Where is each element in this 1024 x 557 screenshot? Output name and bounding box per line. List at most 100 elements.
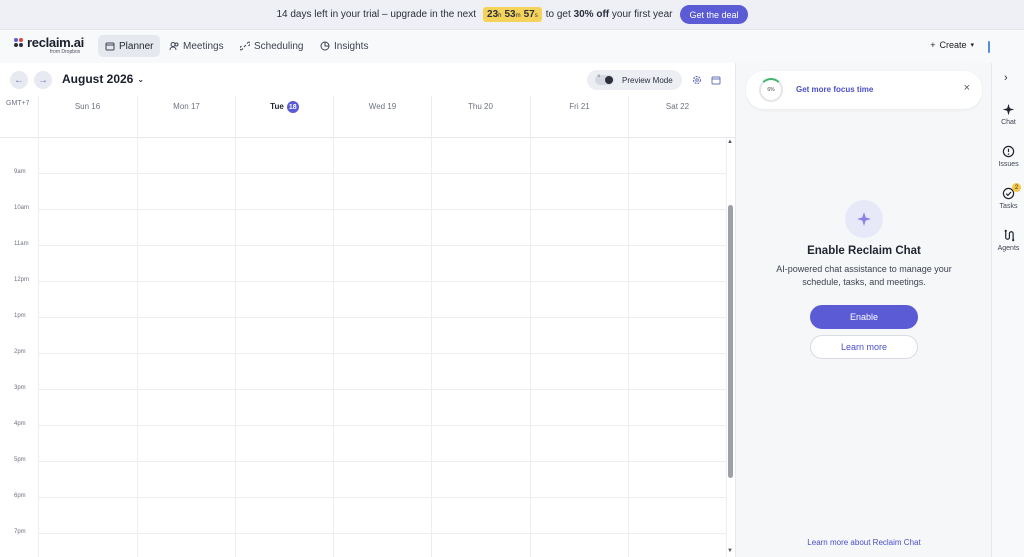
focus-progress-ring: 6% bbox=[759, 78, 783, 102]
chevron-right-icon[interactable]: › bbox=[1004, 72, 1008, 84]
right-rail: › Chat Issues 2 Tasks Agents bbox=[991, 63, 1024, 557]
trial-text-mid: to get bbox=[545, 9, 571, 20]
hour-label: 4pm bbox=[14, 421, 26, 427]
chat-title: Enable Reclaim Chat bbox=[807, 245, 921, 257]
day-column-divider bbox=[333, 138, 334, 557]
hour-line bbox=[38, 317, 726, 318]
hour-line bbox=[38, 281, 726, 282]
calendar-view-icon[interactable] bbox=[711, 75, 721, 85]
scroll-down-icon[interactable]: ▼ bbox=[727, 548, 733, 554]
people-icon bbox=[169, 42, 179, 51]
tab-meetings-label: Meetings bbox=[183, 40, 224, 52]
hour-line bbox=[38, 353, 726, 354]
calendar-header: ← → August 2026 ⌄ Preview Mode bbox=[0, 63, 735, 96]
hour-line bbox=[38, 461, 726, 462]
day-column-divider bbox=[431, 138, 432, 557]
day-header-sat[interactable]: Sat 22 bbox=[628, 96, 726, 138]
scroll-up-icon[interactable]: ▲ bbox=[727, 139, 733, 145]
hour-label: 11am bbox=[14, 241, 29, 247]
top-nav: reclaim.ai from Dropbox Planner Meetings… bbox=[0, 30, 1024, 63]
rail-item-tasks[interactable]: 2 Tasks bbox=[992, 183, 1024, 210]
tab-planner[interactable]: Planner bbox=[98, 35, 161, 57]
enable-button[interactable]: Enable bbox=[810, 305, 918, 329]
get-the-deal-button[interactable]: Get the deal bbox=[680, 5, 748, 24]
hour-line bbox=[38, 245, 726, 246]
rail-item-chat[interactable]: Chat bbox=[992, 103, 1024, 126]
chart-icon bbox=[320, 41, 330, 51]
day-header-wed[interactable]: Wed 19 bbox=[333, 96, 431, 138]
day-header-tue[interactable]: Tue 18 bbox=[235, 96, 333, 138]
reclaim-logo[interactable]: reclaim.ai from Dropbox bbox=[14, 35, 89, 58]
link-icon bbox=[240, 41, 250, 51]
hour-label: 9am bbox=[14, 169, 26, 175]
hour-label: 6pm bbox=[14, 493, 26, 499]
tab-meetings[interactable]: Meetings bbox=[162, 35, 231, 57]
tab-scheduling[interactable]: Scheduling bbox=[233, 35, 310, 57]
tasks-badge: 2 bbox=[1012, 183, 1021, 192]
hour-label: 8am bbox=[14, 138, 26, 139]
create-label: Create bbox=[939, 40, 967, 50]
hour-label: 12pm bbox=[14, 277, 30, 283]
day-header-mon[interactable]: Mon 17 bbox=[137, 96, 235, 138]
arrow-right-icon: → bbox=[38, 74, 48, 86]
hour-line bbox=[38, 533, 726, 534]
gear-icon[interactable] bbox=[692, 75, 702, 85]
trial-text-after: your first year bbox=[611, 9, 673, 20]
learn-more-chat-link[interactable]: Learn more about Reclaim Chat bbox=[736, 538, 992, 547]
calendar-icon bbox=[105, 42, 115, 51]
preview-mode-label: Preview Mode bbox=[622, 75, 673, 85]
chat-panel: 6% Get more focus time × Enable Reclaim … bbox=[735, 63, 991, 557]
next-week-button[interactable]: → bbox=[34, 71, 52, 89]
brand-sub: from Dropbox bbox=[50, 49, 81, 55]
hour-label: 3pm bbox=[14, 385, 26, 391]
today-badge: 18 bbox=[286, 101, 299, 113]
day-header-thu[interactable]: Thu 20 bbox=[431, 96, 529, 138]
hour-line bbox=[38, 389, 726, 390]
day-column-divider bbox=[628, 138, 629, 557]
day-column-divider bbox=[38, 138, 39, 557]
sparkle-icon bbox=[845, 200, 883, 238]
month-picker[interactable]: August 2026 ⌄ bbox=[62, 72, 144, 86]
arrow-left-icon: ← bbox=[14, 74, 24, 86]
hour-label: 5pm bbox=[14, 457, 26, 463]
calendar-scrollbar[interactable] bbox=[728, 205, 733, 478]
chat-description: AI-powered chat assistance to manage you… bbox=[776, 264, 952, 287]
focus-time-link[interactable]: Get more focus time bbox=[796, 85, 873, 94]
chevron-down-icon: ▾ bbox=[970, 42, 974, 49]
day-column-divider bbox=[530, 138, 531, 557]
toggle-switch[interactable] bbox=[595, 74, 614, 85]
trial-banner: 14 days left in your trial – upgrade in … bbox=[0, 0, 1024, 30]
timezone-label: GMT+7 bbox=[6, 100, 30, 107]
tab-planner-label: Planner bbox=[119, 40, 154, 52]
rail-item-agents[interactable]: Agents bbox=[992, 229, 1024, 252]
month-label: August 2026 bbox=[62, 72, 134, 86]
time-grid[interactable]: 8am 9am 10am 11am 12pm 1pm 2pm 3pm 4pm 5pm 6pm 7pm bbox=[0, 138, 735, 557]
tab-insights[interactable]: Insights bbox=[313, 35, 375, 57]
preview-mode-toggle[interactable]: Preview Mode bbox=[587, 70, 682, 90]
day-header-fri[interactable]: Fri 21 bbox=[530, 96, 628, 138]
day-header-sun[interactable]: Sun 16 bbox=[38, 96, 136, 138]
alert-circle-icon bbox=[1002, 145, 1015, 158]
day-column-divider bbox=[235, 138, 236, 557]
create-button[interactable]: + Create ▾ bbox=[930, 40, 974, 50]
hour-line bbox=[38, 425, 726, 426]
day-column-divider bbox=[137, 138, 138, 557]
agents-icon bbox=[1004, 229, 1015, 242]
hour-label: 10am bbox=[14, 205, 30, 211]
tab-insights-label: Insights bbox=[334, 40, 369, 52]
focus-time-card[interactable]: 6% Get more focus time × bbox=[746, 71, 982, 109]
logo-mark-icon bbox=[14, 38, 24, 48]
avatar[interactable] bbox=[988, 41, 990, 53]
plus-icon: + bbox=[930, 40, 936, 50]
hour-label: 2pm bbox=[14, 349, 26, 355]
hour-line bbox=[38, 173, 726, 174]
trial-text: 14 days left in your trial – upgrade in … bbox=[276, 9, 477, 20]
close-icon[interactable]: × bbox=[964, 82, 970, 94]
day-header-row: GMT+7 Sun 16 Mon 17 Tue 18 Wed 19 Thu 20 … bbox=[0, 96, 735, 138]
calendar-view: ← → August 2026 ⌄ Preview Mode GMT+7 Sun… bbox=[0, 63, 735, 557]
rail-item-issues[interactable]: Issues bbox=[992, 145, 1024, 168]
learn-more-button[interactable]: Learn more bbox=[810, 335, 918, 359]
prev-week-button[interactable]: ← bbox=[10, 71, 28, 89]
sparkle-icon bbox=[1002, 103, 1015, 116]
chevron-down-icon: ⌄ bbox=[137, 74, 145, 84]
